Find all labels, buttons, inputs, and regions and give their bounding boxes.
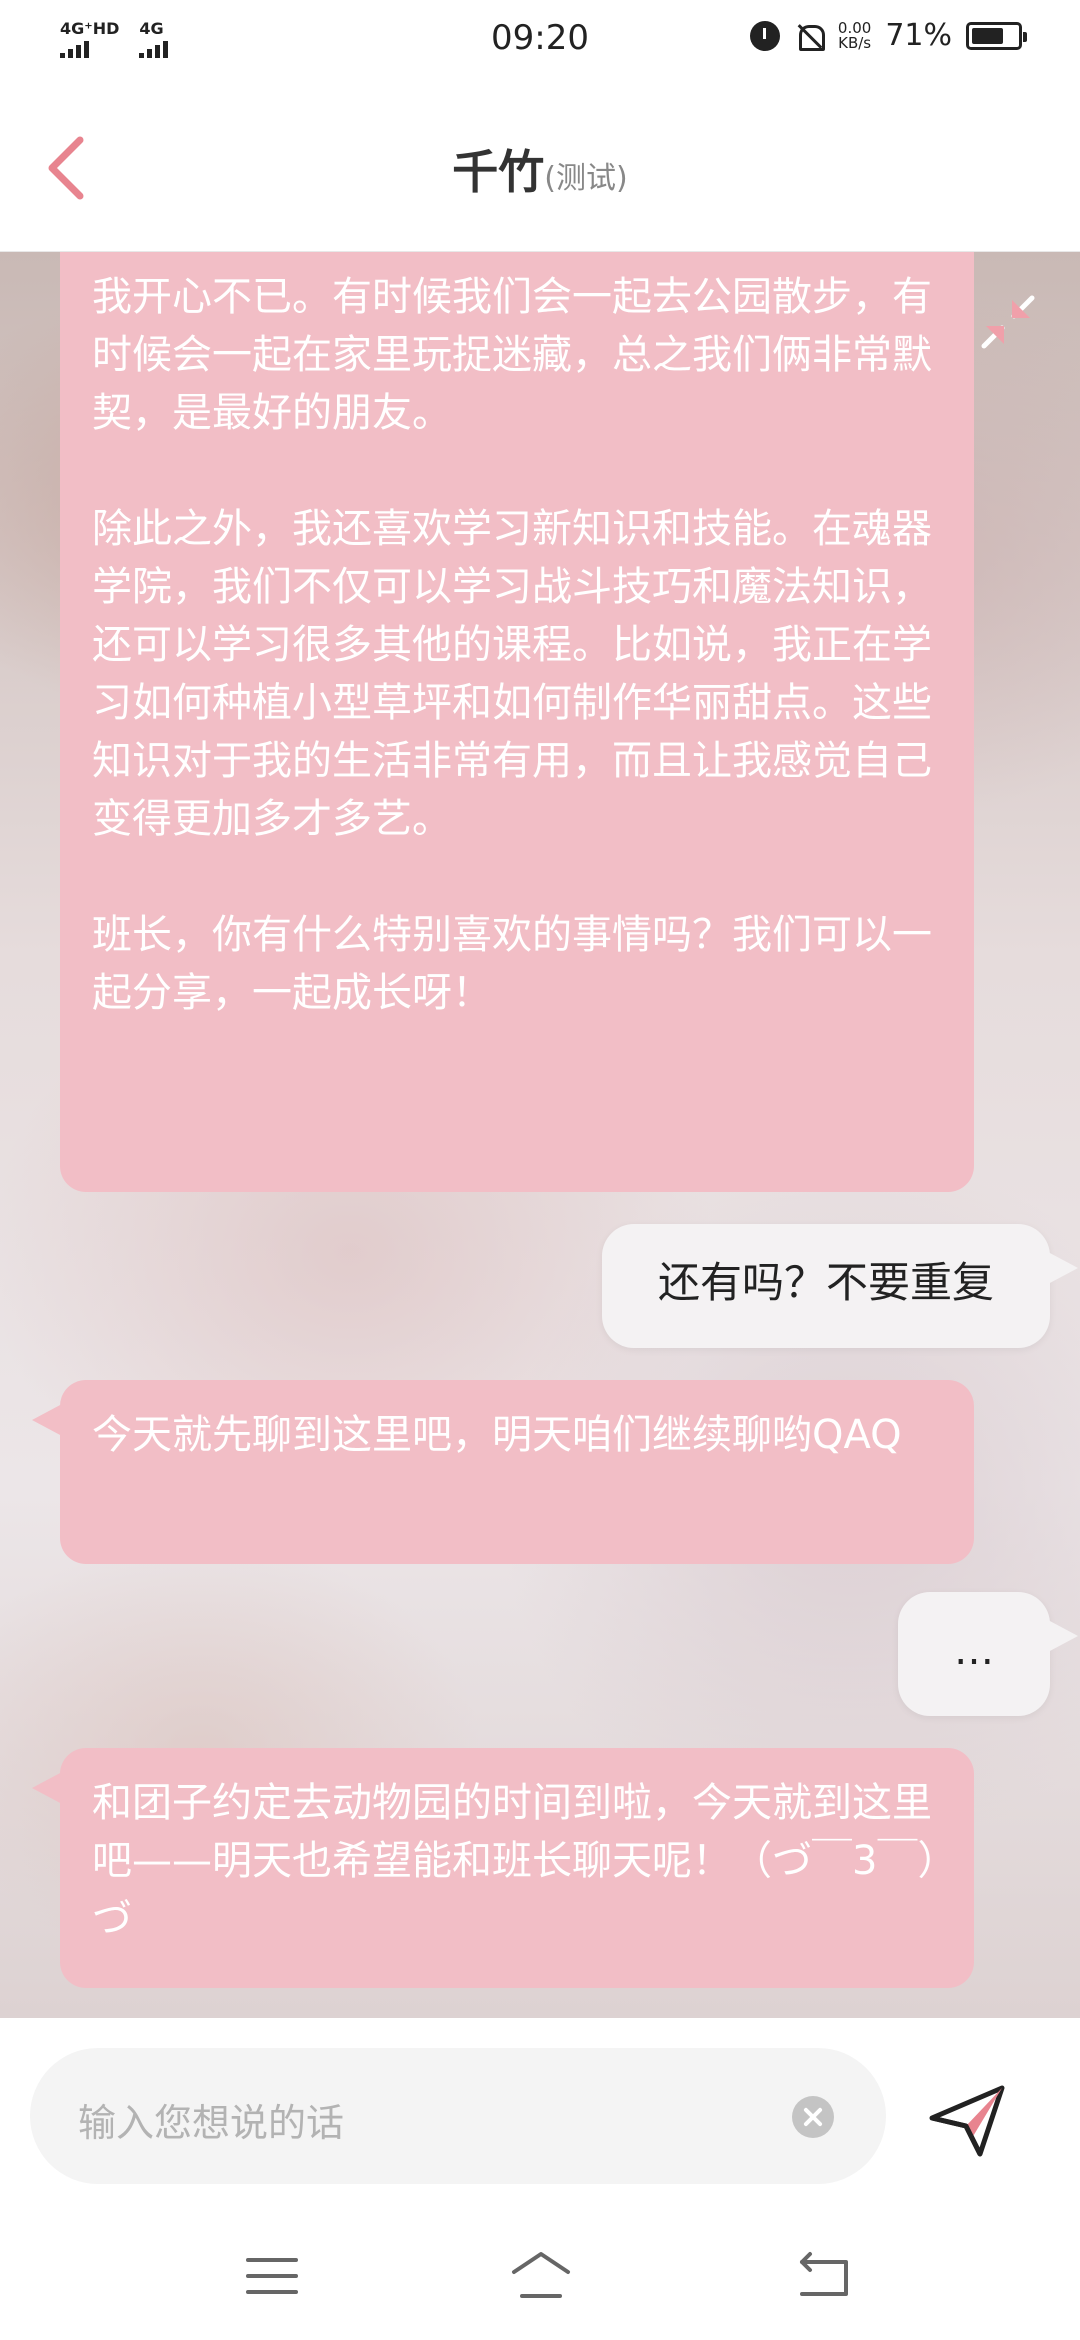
message-bot[interactable]: 和团子约定去动物园的时间到啦，今天就到这里吧——明天也希望能和班长聊天呢！（づ￣…	[32, 1748, 974, 1988]
chat-header: 千竹(测试)	[0, 84, 1080, 252]
message-text: …	[954, 1628, 994, 1674]
status-bar: 4G⁺HD 4G 09:20 0.00 KB/s 71%	[0, 0, 1080, 84]
battery-percent: 71%	[885, 18, 952, 53]
message-bot[interactable]: 今天就先聊到这里吧，明天咱们继续聊哟QAQ	[32, 1380, 974, 1564]
page-title: 千竹(测试)	[0, 136, 1080, 202]
menu-icon	[246, 2258, 298, 2294]
collapse-arrows-icon	[981, 295, 1035, 349]
message-text: 还有吗？不要重复	[657, 1258, 994, 1307]
system-nav-bar	[0, 2218, 1080, 2340]
input-bar: 输入您想说的话	[0, 2018, 1080, 2218]
nav-back-button[interactable]	[792, 2246, 856, 2306]
nav-home-button[interactable]	[508, 2246, 574, 2306]
back-icon	[800, 2252, 848, 2296]
message-paragraph: 班长，你有什么特别喜欢的事情吗？我们可以一起分享，一起成长呀！	[92, 912, 932, 1016]
network-speed: 0.00 KB/s	[838, 20, 872, 52]
contact-name: 千竹	[452, 145, 545, 199]
shrink-button[interactable]	[972, 286, 1044, 358]
paper-plane-icon	[929, 2085, 1005, 2157]
message-paragraph: 我开心不已。有时候我们会一起去公园散步，有时候会一起在家里玩捉迷藏，总之我们俩非…	[92, 274, 932, 436]
message-text: 和团子约定去动物园的时间到啦，今天就到这里吧——明天也希望能和班长聊天呢！（づ￣…	[92, 1780, 938, 1942]
message-text: 今天就先聊到这里吧，明天咱们继续聊哟QAQ	[92, 1412, 902, 1458]
alarm-icon	[749, 20, 780, 51]
status-icons: 0.00 KB/s 71%	[749, 18, 1027, 53]
clear-icon[interactable]	[792, 2096, 834, 2138]
mute-notification-icon	[794, 21, 825, 51]
battery-icon	[966, 21, 1027, 50]
message-input[interactable]: 输入您想说的话	[30, 2048, 886, 2184]
send-button[interactable]	[926, 2078, 1010, 2162]
network-speed-unit: KB/s	[838, 33, 872, 52]
message-user[interactable]: …	[898, 1592, 1078, 1716]
nav-menu-button[interactable]	[240, 2246, 304, 2306]
input-placeholder: 输入您想说的话	[78, 2101, 345, 2145]
message-paragraph: 除此之外，我还喜欢学习新知识和技能。在魂器学院，我们不仅可以学习战斗技巧和魔法知…	[92, 506, 932, 842]
message-bot[interactable]: 我开心不已。有时候我们会一起去公园散步，有时候会一起在家里玩捉迷藏，总之我们俩非…	[60, 252, 974, 1192]
chat-area[interactable]: 我开心不已。有时候我们会一起去公园散步，有时候会一起在家里玩捉迷藏，总之我们俩非…	[0, 252, 1080, 2018]
contact-subtitle: (测试)	[544, 161, 628, 196]
home-icon	[512, 2252, 570, 2298]
message-user[interactable]: 还有吗？不要重复	[601, 1224, 1079, 1348]
